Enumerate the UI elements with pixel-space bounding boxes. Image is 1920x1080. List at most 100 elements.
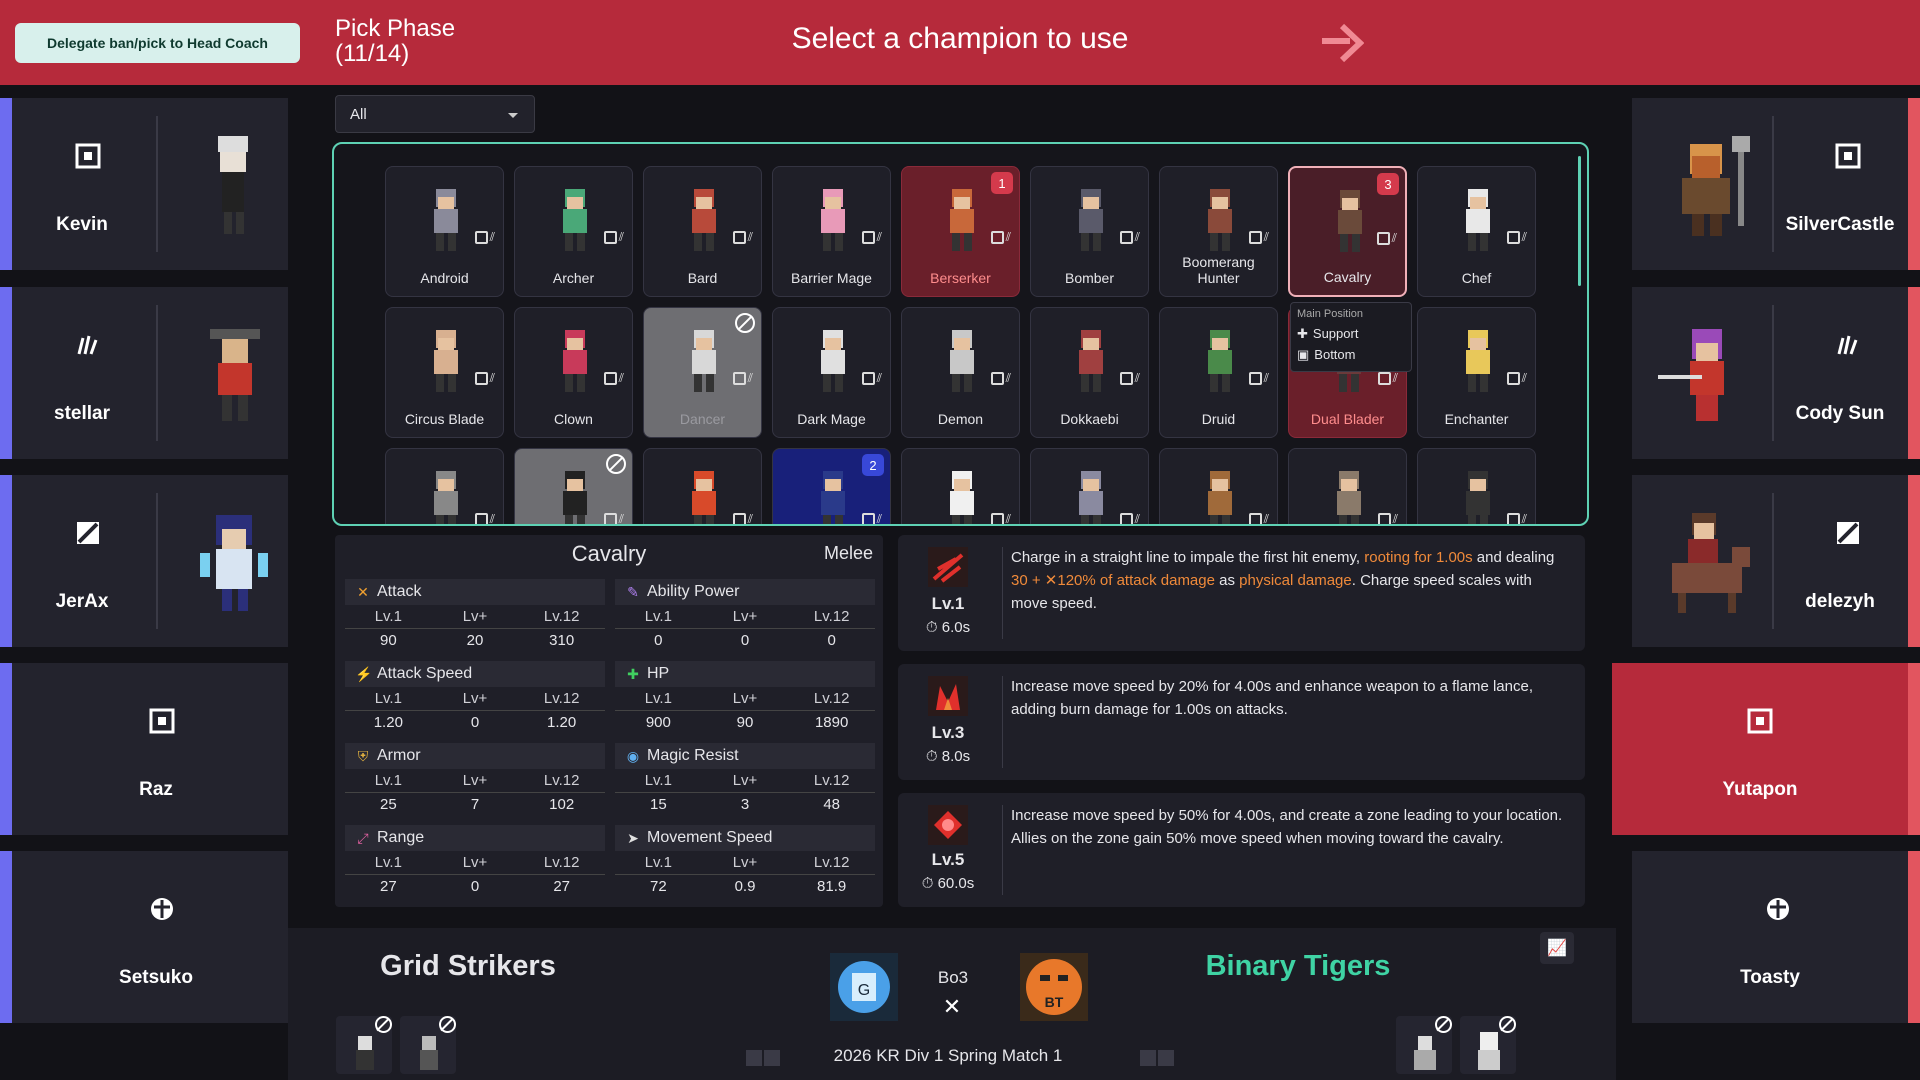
grid-scrollbar[interactable] [1578, 156, 1581, 286]
champion-sprite [821, 189, 845, 251]
champion-card[interactable]: ⫽ Chef [1417, 166, 1536, 297]
divider [156, 116, 158, 252]
champion-card[interactable]: ⫽ [643, 448, 762, 524]
player-card-yutapon[interactable]: Yutapon [1612, 663, 1920, 835]
champion-card[interactable]: ⫽ [385, 448, 504, 526]
player-card-kevin[interactable]: Kevin [0, 98, 288, 270]
champion-card[interactable]: ⫽ [1159, 448, 1278, 524]
role-badges: ⫽ [1377, 371, 1398, 385]
stat-block: ⤢ Range Lv.1 Lv+ Lv.12 27 0 27 [345, 825, 605, 903]
jungle-icon: ⫽ [747, 230, 753, 244]
champion-card[interactable]: ⫽ [901, 448, 1020, 526]
champion-card[interactable]: ⫽ Dokkaebi [1030, 307, 1149, 438]
champion-card[interactable]: ⫽ Clown [514, 307, 633, 438]
player-card-setsuko[interactable]: Setsuko [0, 851, 288, 1023]
stat-value: 0 [740, 632, 750, 649]
phase-title: Pick Phase (11/14) [335, 16, 455, 66]
player-name: stellar [54, 403, 110, 424]
divider [156, 493, 158, 629]
jungle-icon: ⫽ [489, 512, 495, 526]
champion-card[interactable]: ⫽ Cavalry 3 [1288, 166, 1407, 297]
champion-card[interactable]: ⫽ Bomber [1030, 166, 1149, 297]
champion-card[interactable]: ⫽ Demon [901, 307, 1020, 438]
jungle-icon: ⫽ [1005, 512, 1011, 526]
attack-icon: ✕ [357, 584, 369, 600]
champion-name: Dark Mage [797, 411, 866, 427]
player-card-raz[interactable]: Raz [0, 663, 288, 835]
stat-label: Attack Speed [377, 665, 473, 682]
support-icon: ✚ [1297, 325, 1308, 341]
stat-header: ➤ Movement Speed [615, 825, 875, 851]
stat-value: 0.9 [734, 878, 756, 895]
stat-col-label: Lv+ [431, 851, 519, 875]
champion-portrait [1682, 136, 1750, 236]
delegate-button[interactable]: Delegate ban/pick to Head Coach [15, 23, 300, 63]
player-card-silvercastle[interactable]: SilverCastle [1632, 98, 1920, 270]
champion-card[interactable]: ⫽ Dancer [643, 307, 762, 438]
stat-label: HP [647, 665, 670, 682]
phase-count: (11/14) [335, 40, 410, 67]
stat-value: 90 [379, 632, 397, 649]
champion-card[interactable]: ⫽ [1030, 448, 1149, 526]
stat-col-label: Lv.12 [788, 687, 875, 711]
champion-card[interactable]: ⫽ Archer [514, 166, 633, 297]
player-card-stellar[interactable]: stellar [0, 287, 288, 459]
ban-icon [1435, 1016, 1452, 1033]
stat-block: ➤ Movement Speed Lv.1 Lv+ Lv.12 72 0.9 81.9 [615, 825, 875, 903]
bottom-icon [990, 231, 1004, 244]
champion-card[interactable]: ⫽ [1417, 448, 1536, 524]
champion-name: Enchanter [1444, 411, 1509, 427]
jungle-icon: ⫽ [1134, 512, 1140, 526]
chart-icon[interactable]: 📈 [1540, 932, 1574, 964]
champion-card[interactable]: ⫽ Android [385, 166, 504, 297]
stat-block: ⛨ Armor Lv.1 Lv+ Lv.12 25 7 102 [345, 743, 605, 821]
jungle-icon: ⫽ [1392, 371, 1398, 385]
player-card-jerax[interactable]: JerAx [0, 475, 288, 647]
stat-value: 1890 [814, 714, 849, 731]
champion-sprite [1079, 471, 1103, 524]
champion-sprite [692, 189, 716, 251]
champion-sprite [1466, 189, 1490, 251]
role-badges: ⫽ [861, 231, 882, 244]
movement-speed-icon: ➤ [627, 830, 639, 846]
champion-card[interactable]: ⫽ Berserker 1 [901, 166, 1020, 297]
player-name: SilverCastle [1785, 214, 1895, 235]
stat-col-label: Lv+ [701, 769, 789, 793]
champion-card[interactable]: ⫽ Barrier Mage [772, 166, 891, 297]
champion-card[interactable]: ⫽ Enchanter [1417, 307, 1536, 438]
champion-name: Demon [937, 411, 984, 427]
stat-header: ✎ Ability Power [615, 579, 875, 605]
champion-card[interactable]: ⫽ Dark Mage [772, 307, 891, 438]
champion-card[interactable]: ⫽ Circus Blade [385, 307, 504, 438]
stat-table: Lv.1 Lv+ Lv.12 0 0 0 [615, 605, 875, 653]
champion-card[interactable]: ⫽ 2 [772, 448, 891, 524]
champion-card[interactable]: ⫽ Bard [643, 166, 762, 297]
role-filter-select[interactable]: All [335, 95, 535, 133]
champion-sprite [434, 471, 458, 524]
player-card-delezyh[interactable]: delezyh [1632, 475, 1920, 647]
skill-description: Increase move speed by 20% for 4.00s and… [1011, 678, 1534, 718]
role-badges: ⫽ [1506, 231, 1527, 244]
bottom-icon [142, 701, 182, 741]
support-icon [142, 889, 182, 929]
mid-icon [1828, 513, 1868, 553]
stat-label: Magic Resist [647, 747, 739, 764]
skill-3-icon [928, 805, 968, 845]
stat-col-label: Lv+ [701, 605, 789, 629]
player-card-toasty[interactable]: Toasty [1632, 851, 1920, 1023]
stat-col-label: Lv+ [431, 769, 519, 793]
top-bar: Delegate ban/pick to Head Coach Pick Pha… [0, 0, 1920, 85]
champion-card[interactable]: ⫽ Druid [1159, 307, 1278, 438]
ban-thumb [400, 1016, 456, 1074]
champion-card[interactable]: ⫽ [514, 448, 633, 524]
stat-value: 72 [649, 878, 667, 895]
match-bar: Grid Strikers G Bo3 ✕ BT Binary Tigers 📈… [288, 928, 1616, 1080]
player-card-cody-sun[interactable]: Cody Sun [1632, 287, 1920, 459]
mid-icon [68, 513, 108, 553]
champion-card[interactable]: ⫽ [1288, 448, 1407, 524]
champion-card[interactable]: ⫽ Boomerang Hunter [1159, 166, 1278, 297]
arrow-right-icon[interactable] [1320, 22, 1364, 64]
bottom-icon [1506, 231, 1520, 244]
attack-speed-icon: ⚡ [355, 666, 373, 682]
bottom-icon: ▣ [1297, 346, 1310, 362]
